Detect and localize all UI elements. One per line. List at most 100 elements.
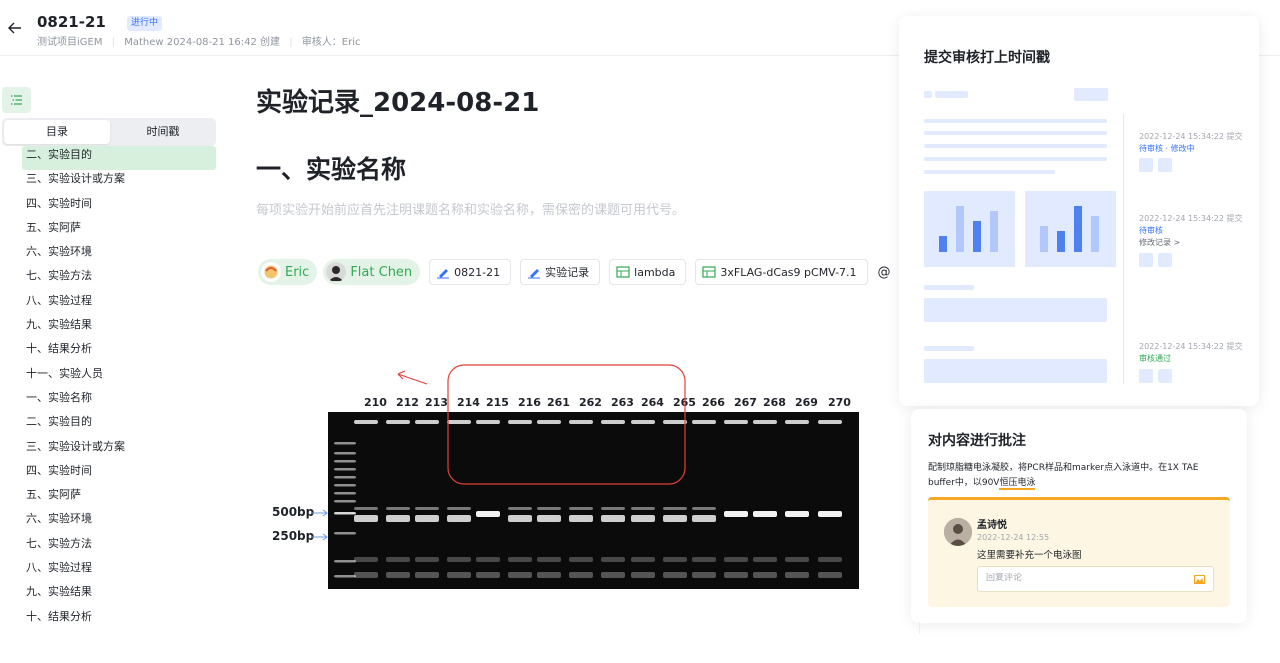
- primer-band: [415, 557, 439, 562]
- toc-item[interactable]: 七、实验方法: [22, 267, 216, 291]
- timeline-status[interactable]: 待审核: [1139, 225, 1163, 236]
- ladder-band: [334, 452, 356, 455]
- toc-item[interactable]: 十、结果分析: [22, 608, 216, 632]
- skeleton-chip: [1158, 253, 1172, 267]
- section-heading[interactable]: 一、实验名称: [256, 150, 406, 186]
- annotation-overlay: [397, 364, 686, 485]
- skeleton-line: [924, 157, 1107, 161]
- toc-item[interactable]: 六、实验环境: [22, 243, 216, 267]
- timeline-time: 2022-12-24 15:34:22 提交: [1139, 342, 1243, 351]
- toc-item[interactable]: 十一、实验人员: [22, 365, 216, 389]
- card-title: 对内容进行批注: [928, 433, 1026, 449]
- document-ref-chip[interactable]: 实验记录: [520, 259, 601, 285]
- revision-history-link[interactable]: 修改记录 >: [1139, 237, 1180, 248]
- primer-band: [447, 572, 471, 578]
- primer-band: [447, 557, 471, 562]
- primer-band: [631, 557, 655, 562]
- toc-item[interactable]: 五、实阿萨: [22, 486, 216, 510]
- toc-list: 二、实验目的 三、实验设计或方案 四、实验时间 五、实阿萨 六、实验环境 七、实验方法 八、…: [22, 146, 216, 632]
- skeleton-line: [924, 131, 1107, 135]
- ladder-band: [334, 484, 356, 487]
- image-icon[interactable]: [1194, 575, 1205, 584]
- project-name[interactable]: 测试项目iGEM: [37, 37, 102, 48]
- primer-band: [476, 572, 500, 578]
- highlighted-text[interactable]: 恒压电泳: [999, 478, 1036, 490]
- toc-item[interactable]: 八、实验过程: [22, 559, 216, 583]
- dna-band: [415, 515, 439, 522]
- back-arrow-icon[interactable]: [7, 20, 23, 36]
- well-band: [785, 420, 809, 424]
- mention-trigger[interactable]: @: [878, 265, 891, 280]
- primer-band: [508, 557, 532, 562]
- reviewer-info: 审核人：Eric: [301, 37, 361, 48]
- toc-item[interactable]: 二、实验目的: [22, 413, 216, 437]
- material-ref-chip[interactable]: 3xFLAG-dCas9 pCMV-7.1: [695, 259, 868, 285]
- toc-item[interactable]: 二、实验目的: [22, 146, 216, 171]
- primer-band: [663, 557, 687, 562]
- timeline-line: [1123, 114, 1124, 384]
- reply-input[interactable]: [986, 573, 1186, 583]
- primer-band: [508, 572, 532, 578]
- primer-band: [386, 557, 410, 562]
- primer-band: [415, 572, 439, 578]
- primer-band: [386, 572, 410, 578]
- mention-chip[interactable]: Flat Chen: [323, 259, 421, 285]
- material-ref-chip[interactable]: lambda: [609, 259, 687, 285]
- skeleton-line: [924, 346, 974, 351]
- ref-label: lambda: [634, 265, 676, 279]
- person-icon: [944, 518, 972, 546]
- marker-arrows: [312, 509, 328, 541]
- toc-item[interactable]: 九、实验结果: [22, 583, 216, 607]
- document-ref-chip[interactable]: 0821-21: [429, 259, 512, 285]
- lane-label: 268: [763, 396, 786, 409]
- annotation-card: 对内容进行批注 配制琼脂糖电泳凝胶，将PCR样品和marker点入泳道中。在1X…: [911, 409, 1247, 623]
- toc-item[interactable]: 三、实验设计或方案: [22, 170, 216, 194]
- toc-toggle-button[interactable]: [2, 87, 31, 113]
- ladder-band: [334, 468, 356, 471]
- toc-item[interactable]: 五、实阿萨: [22, 219, 216, 243]
- toc-item[interactable]: 十、结果分析: [22, 340, 216, 364]
- dna-band: [753, 511, 777, 517]
- lane-label: 266: [702, 396, 725, 409]
- page-title[interactable]: 实验记录_2024-08-21: [256, 82, 539, 119]
- toc-item[interactable]: 四、实验时间: [22, 462, 216, 486]
- primer-band: [692, 557, 716, 562]
- timeline-status[interactable]: 审核通过: [1139, 353, 1171, 364]
- mention-label: Flat Chen: [350, 264, 413, 280]
- lane-label: 267: [734, 396, 757, 409]
- primer-band: [724, 572, 748, 578]
- dna-band: [537, 507, 561, 510]
- toc-item[interactable]: 一、实验名称: [22, 389, 216, 413]
- list-icon: [11, 95, 22, 105]
- dna-band: [569, 515, 593, 522]
- primer-band: [753, 557, 777, 562]
- toc-item[interactable]: 四、实验时间: [22, 195, 216, 219]
- ladder-band: [334, 560, 356, 563]
- primer-band: [354, 572, 378, 578]
- ladder-band: [334, 512, 356, 515]
- comment-text: 这里需要补充一个电泳图: [977, 550, 1082, 561]
- dna-band: [631, 515, 655, 522]
- toc-item[interactable]: 八、实验过程: [22, 292, 216, 316]
- skeleton-chip: [1158, 369, 1172, 383]
- divider: [919, 622, 920, 634]
- divider: |: [289, 37, 293, 48]
- table-icon: [702, 266, 716, 278]
- primer-band: [818, 572, 842, 578]
- toc-item[interactable]: 三、实验设计或方案: [22, 438, 216, 462]
- tab-toc[interactable]: 目录: [4, 120, 110, 144]
- toc-item[interactable]: 七、实验方法: [22, 535, 216, 559]
- toc-item[interactable]: 六、实验环境: [22, 510, 216, 534]
- dna-band: [415, 507, 439, 510]
- toc-item[interactable]: 九、实验结果: [22, 316, 216, 340]
- tab-timestamp[interactable]: 时间戳: [110, 120, 216, 144]
- mention-chip[interactable]: Eric: [258, 259, 318, 285]
- dna-band: [354, 507, 378, 510]
- dna-band: [386, 507, 410, 510]
- ladder-band: [334, 575, 356, 578]
- section-placeholder[interactable]: 每项实验开始前应首先注明课题名称和实验名称，需保密的课题可用代号。: [256, 199, 685, 218]
- skeleton-block: [924, 298, 1107, 322]
- dna-band: [631, 507, 655, 510]
- timeline-status[interactable]: 待审核 · 修改中: [1139, 143, 1195, 154]
- user-avatar: [261, 262, 281, 282]
